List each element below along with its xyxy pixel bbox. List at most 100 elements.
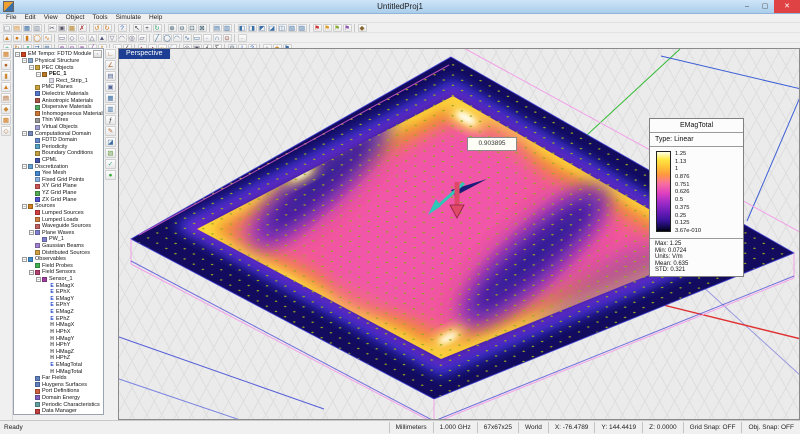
draw-arc-icon[interactable]: ◠ [173, 34, 182, 42]
ruler-icon[interactable]: ∟ [105, 49, 116, 59]
tree-item-lumped-loads[interactable]: Lumped Loads [14, 216, 103, 223]
tree-expander[interactable]: − [36, 277, 41, 282]
verify-icon[interactable]: ✓ [105, 159, 116, 169]
tree-item-physical-structure[interactable]: −Physical Structure [14, 58, 103, 65]
menu-tools[interactable]: Tools [88, 14, 111, 22]
tree-expander[interactable]: − [29, 270, 34, 275]
tree-item-zx-grid-plane[interactable]: ZX Grid Plane [14, 196, 103, 203]
chart-icon[interactable]: ◪ [105, 137, 116, 147]
quick-sphere-icon[interactable]: ● [1, 60, 11, 70]
quick-cone-icon[interactable]: ▲ [1, 82, 11, 92]
table-view-icon[interactable]: ▥ [105, 104, 116, 114]
tree-item-huygens-surfaces[interactable]: Huygens Surfaces [14, 381, 103, 388]
sim-flag-red-icon[interactable]: ⚑ [313, 24, 322, 32]
menu-object[interactable]: Object [62, 14, 89, 22]
tree-item-field-probes[interactable]: Field Probes [14, 263, 103, 270]
tree-item-hmagz[interactable]: HHMagZ [14, 348, 103, 355]
draw-cone-icon[interactable]: △ [88, 34, 97, 42]
tree-item-lumped-sources[interactable]: Lumped Sources [14, 210, 103, 217]
delete-icon[interactable]: ✗ [78, 24, 87, 32]
cut-icon[interactable]: ✂ [48, 24, 57, 32]
tree-item-distributed-sources[interactable]: Distributed Sources [14, 249, 103, 256]
draw-rect-icon[interactable]: ▭ [193, 34, 202, 42]
tree-expander[interactable]: − [36, 72, 41, 77]
quick-array-icon[interactable]: ▩ [1, 115, 11, 125]
draw-circle-icon[interactable]: ◯ [163, 34, 172, 42]
view-back-icon[interactable]: ▧ [288, 24, 297, 32]
tree-item-far-fields[interactable]: Far Fields [14, 375, 103, 382]
protractor-icon[interactable]: ∠ [105, 60, 116, 70]
tree-expander[interactable]: − [22, 204, 27, 209]
maximize-button[interactable]: ▢ [756, 0, 774, 13]
print-icon[interactable]: ▥ [33, 24, 42, 32]
sim-flag-violet-icon[interactable]: ⚑ [343, 24, 352, 32]
draw-pyramid-icon[interactable]: ▲ [98, 34, 107, 42]
sim-flag-yellow-icon[interactable]: ⚑ [323, 24, 332, 32]
tree-item-inhomogeneous-materials[interactable]: Inhomogeneous Materials [14, 110, 103, 117]
draw-plate-icon[interactable]: ▱ [138, 34, 147, 42]
tree-item-gaussian-beams[interactable]: Gaussian Beams [14, 243, 103, 250]
tree-item-hphx[interactable]: HHPhX [14, 329, 103, 336]
select-icon[interactable]: ↖ [133, 24, 142, 32]
menu-file[interactable]: File [2, 14, 20, 22]
view-plan-icon[interactable]: ▤ [213, 24, 222, 32]
draw-line-icon[interactable]: ╱ [153, 34, 162, 42]
menu-edit[interactable]: Edit [20, 14, 39, 22]
tree-item-plane-waves[interactable]: −Plane Waves [14, 229, 103, 236]
tree-item-sources[interactable]: −Sources [14, 203, 103, 210]
tree-expander[interactable]: − [29, 230, 34, 235]
view-front-icon[interactable]: ◫ [278, 24, 287, 32]
tree-item-pec-1[interactable]: −PEC_1 [14, 71, 103, 78]
quick-plate-icon[interactable]: ▤ [1, 93, 11, 103]
help-icon[interactable]: ? [118, 24, 127, 32]
sim-flag-green-icon[interactable]: ⚑ [333, 24, 342, 32]
image-icon[interactable]: ▨ [105, 148, 116, 158]
draw-ring-icon[interactable]: ◎ [128, 34, 137, 42]
paste-icon[interactable]: ▩ [68, 24, 77, 32]
new-icon[interactable]: ▢ [3, 24, 12, 32]
open-icon[interactable]: ▤ [13, 24, 22, 32]
primitive-cone-icon[interactable]: ▲ [3, 34, 12, 42]
draw-node-icon[interactable]: ⊙ [223, 34, 232, 42]
tree-item-thin-wires[interactable]: Thin Wires [14, 117, 103, 124]
tree-item-field-sensors[interactable]: −Field Sensors [14, 269, 103, 276]
tree-item-ephy[interactable]: EEPhY [14, 302, 103, 309]
annotate-icon[interactable]: ✎ [105, 126, 116, 136]
tree-item-pw-1[interactable]: PW_1 [14, 236, 103, 243]
quick-wire-icon[interactable]: ◆ [1, 104, 11, 114]
menu-view[interactable]: View [40, 14, 62, 22]
copy-icon[interactable]: ▣ [58, 24, 67, 32]
quick-cylinder-icon[interactable]: ▮ [1, 71, 11, 81]
tree-item-boundary-conditions[interactable]: Boundary Conditions [14, 150, 103, 157]
tree-item-hmagtotal[interactable]: HHMagTotal [14, 368, 103, 375]
tree-item-waveguide-sources[interactable]: Waveguide Sources [14, 223, 103, 230]
zoom-out-icon[interactable]: ⊖ [178, 24, 187, 32]
view-bottom-icon[interactable]: ◨ [248, 24, 257, 32]
view-side-icon[interactable]: ▥ [223, 24, 232, 32]
primitive-helix-icon[interactable]: ∿ [43, 34, 52, 42]
tree-item-emagtotal[interactable]: EEMagTotal [14, 362, 103, 369]
run-queue-icon[interactable]: ◆ [358, 24, 367, 32]
layers-icon[interactable]: ▤ [105, 71, 116, 81]
tree-item-dispersive-materials[interactable]: Dispersive Materials [14, 104, 103, 111]
tree-item-emagz[interactable]: EEMagZ [14, 309, 103, 316]
tree-item-xy-grid-plane[interactable]: XY Grid Plane [14, 183, 103, 190]
tree-expander[interactable]: − [22, 131, 27, 136]
tree-item-computational-domain[interactable]: −Computational Domain [14, 130, 103, 137]
status-grid-snap[interactable]: Grid Snap: OFF [683, 422, 742, 433]
tree-item-rect-strip-1[interactable]: Rect_Strip_1 [14, 77, 103, 84]
undo-icon[interactable]: ↺ [93, 24, 102, 32]
draw-polyline-icon[interactable]: ∿ [183, 34, 192, 42]
tree-item-pec-objects[interactable]: −PEC Objects [14, 64, 103, 71]
tree-item-hphz[interactable]: HHPhZ [14, 355, 103, 362]
primitive-torus-icon[interactable]: ◯ [33, 34, 42, 42]
tree-item-port-definitions[interactable]: Port Definitions [14, 388, 103, 395]
viewport-3d[interactable]: Perspective [118, 48, 800, 420]
view-iso-icon[interactable]: ▨ [298, 24, 307, 32]
zoom-extents-icon[interactable]: ⊠ [198, 24, 207, 32]
tree-item-emagy[interactable]: EEMagY [14, 296, 103, 303]
tree-item-emagx[interactable]: EEMagX [14, 282, 103, 289]
tree-item-fdtd-domain[interactable]: FDTD Domain [14, 137, 103, 144]
tree-item-em-tempo-fdtd-module[interactable]: −EM Tempo: FDTD Module [14, 51, 103, 58]
tree-expander[interactable]: − [15, 52, 20, 57]
